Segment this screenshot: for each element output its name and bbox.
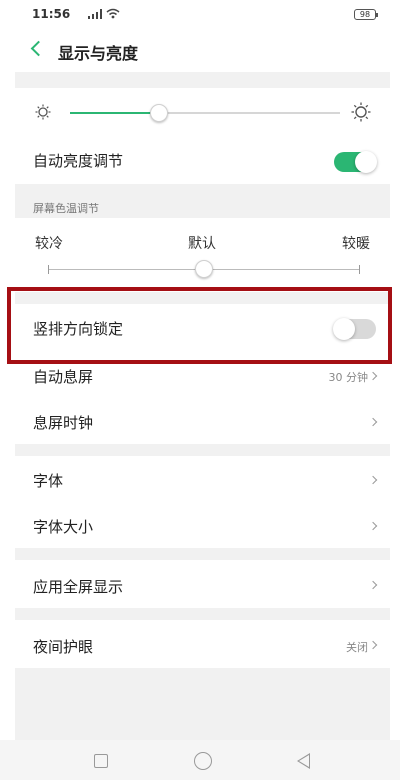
header: 显示与亮度 xyxy=(0,28,400,72)
color-temp-slider-thumb[interactable] xyxy=(195,260,213,278)
color-temp-default-label: 默认 xyxy=(188,236,216,252)
recents-square-icon[interactable] xyxy=(94,754,108,768)
night-mode-value: 关闭 xyxy=(346,641,368,654)
night-mode-label: 夜间护眼 xyxy=(33,638,94,656)
back-arrow-icon[interactable] xyxy=(30,38,44,58)
battery-icon: 98 xyxy=(354,9,378,20)
brightness-high-icon xyxy=(351,102,371,122)
font-size-label: 字体大小 xyxy=(33,518,94,536)
brightness-slider-fill xyxy=(70,112,160,114)
chevron-right-icon xyxy=(368,640,378,650)
wifi-icon xyxy=(106,8,120,19)
font-size-row[interactable]: 字体大小 xyxy=(15,502,390,548)
color-temp-slider[interactable] xyxy=(48,260,360,278)
color-temp-warm-label: 较暖 xyxy=(342,236,370,252)
status-icons xyxy=(88,8,120,19)
screen-off-clock-label: 息屏时钟 xyxy=(33,414,94,432)
font-row[interactable]: 字体 xyxy=(15,456,390,502)
color-temp-tick xyxy=(48,265,49,274)
chevron-right-icon xyxy=(368,580,378,590)
screen-off-clock-row[interactable]: 息屏时钟 xyxy=(15,402,390,442)
brightness-low-icon xyxy=(35,104,51,120)
fullscreen-apps-label: 应用全屏显示 xyxy=(33,578,124,596)
brightness-slider[interactable] xyxy=(70,104,340,122)
chevron-right-icon xyxy=(368,521,378,531)
signal-icon xyxy=(88,8,102,19)
toggle-knob xyxy=(355,151,377,173)
color-temp-cool-label: 较冷 xyxy=(35,236,63,252)
status-time: 11:56 xyxy=(32,7,71,21)
fullscreen-section[interactable]: 应用全屏显示 xyxy=(15,560,390,608)
color-temp-caption: 屏幕色温调节 xyxy=(33,202,99,215)
chevron-right-icon xyxy=(368,475,378,485)
page-title: 显示与亮度 xyxy=(58,44,139,63)
status-bar: 11:56 98 xyxy=(0,0,400,28)
auto-screen-off-value: 30 分钟 xyxy=(328,371,369,384)
auto-brightness-toggle[interactable] xyxy=(334,151,377,173)
chevron-right-icon xyxy=(368,417,378,427)
back-triangle-icon[interactable] xyxy=(297,753,310,769)
brightness-section: 自动亮度调节 xyxy=(15,88,390,184)
navigation-bar xyxy=(0,740,400,780)
night-mode-section[interactable]: 夜间护眼 关闭 xyxy=(15,620,390,668)
font-label: 字体 xyxy=(33,472,64,490)
chevron-right-icon xyxy=(368,371,378,381)
color-temp-section xyxy=(15,218,390,292)
brightness-slider-thumb[interactable] xyxy=(150,104,169,122)
auto-brightness-label: 自动亮度调节 xyxy=(33,152,124,170)
color-temp-tick xyxy=(359,265,360,274)
auto-screen-off-label: 自动息屏 xyxy=(33,368,94,386)
home-circle-icon[interactable] xyxy=(194,752,212,770)
font-section: 字体 字体大小 xyxy=(15,456,390,548)
highlight-box xyxy=(7,287,392,364)
